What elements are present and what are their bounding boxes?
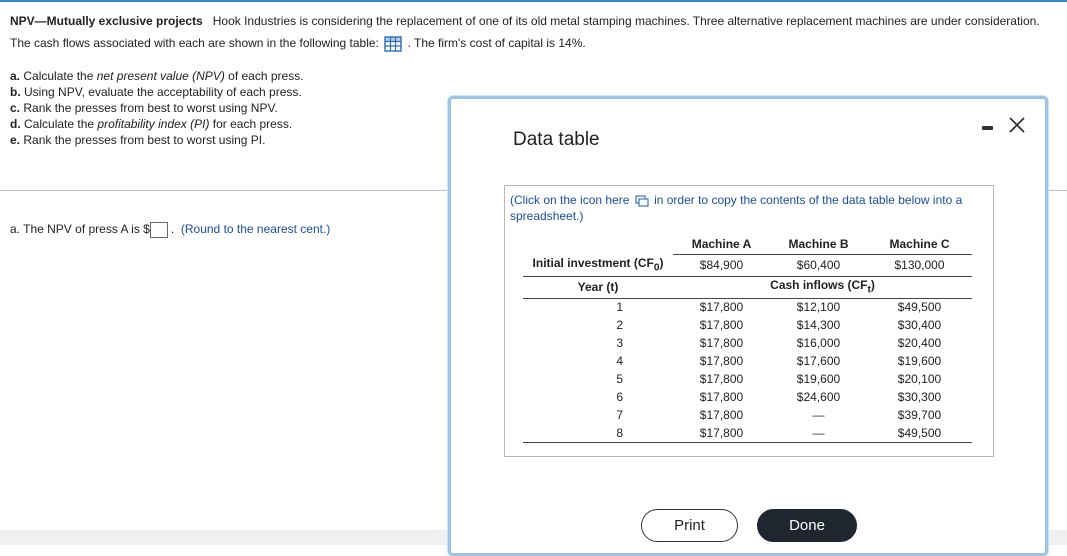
- question-parts: a. Calculate the net present value (NPV)…: [10, 68, 304, 148]
- minimize-icon[interactable]: [982, 126, 993, 130]
- answer-label: a. The NPV of press A is $: [10, 222, 150, 237]
- copy-to-spreadsheet-icon[interactable]: [635, 195, 649, 207]
- header-machine-b: Machine B: [770, 234, 867, 255]
- part-e: e. Rank the presses from best to worst u…: [10, 133, 266, 147]
- part-d: d. Calculate the profitability index (PI…: [10, 117, 293, 131]
- initial-b: $60,400: [770, 254, 867, 277]
- table-row: 8 $17,800 — $49,500: [523, 424, 972, 443]
- data-table-dialog: Data table (Click on the icon here in or…: [448, 96, 1048, 556]
- initial-c: $130,000: [867, 254, 972, 277]
- cash-inflows-label: Cash inflows (CFt): [673, 276, 972, 299]
- cash-flow-table: Machine A Machine B Machine C Initial in…: [523, 234, 972, 443]
- table-row: 5 $17,800 $19,600 $20,100: [616, 372, 942, 386]
- table-row: 2 $17,800 $14,300 $30,400: [616, 318, 942, 332]
- problem-title: NPV—Mutually exclusive projects: [10, 14, 203, 28]
- copy-instruction: (Click on the icon here in order to copy…: [510, 193, 963, 223]
- data-table-frame: (Click on the icon here in order to copy…: [504, 185, 994, 457]
- rounding-note: (Round to the nearest cent.): [180, 222, 331, 237]
- dialog-title: Data table: [513, 129, 600, 150]
- close-icon[interactable]: [1007, 115, 1027, 135]
- table-row: 6 $17,800 $24,600 $30,300: [616, 390, 942, 404]
- initial-a: $84,900: [673, 254, 770, 277]
- problem-statement: NPV—Mutually exclusive projects Hook Ind…: [10, 10, 1060, 54]
- top-accent-line: [0, 0, 1067, 2]
- table-row: 4 $17,800 $17,600 $19,600: [616, 354, 942, 368]
- print-button[interactable]: Print: [641, 509, 738, 542]
- part-b: b. Using NPV, evaluate the acceptability…: [10, 85, 302, 99]
- cost-of-capital-text: . The firm's cost of capital is 14%.: [407, 36, 586, 50]
- done-button[interactable]: Done: [757, 509, 857, 542]
- part-a: a. Calculate the net present value (NPV)…: [10, 69, 304, 83]
- header-machine-c: Machine C: [867, 234, 972, 255]
- table-row: 1 $17,800 $12,100 $49,500: [616, 300, 942, 315]
- year-header-row: Year (t) Cash inflows (CFt): [523, 276, 972, 299]
- data-table-icon[interactable]: [384, 36, 402, 52]
- table-row: 7 $17,800 — $39,700: [616, 408, 942, 422]
- table-row: 3 $17,800 $16,000 $20,400: [616, 336, 942, 350]
- initial-investment-label: Initial investment (CF0): [523, 254, 673, 277]
- npv-answer-input[interactable]: [149, 222, 168, 238]
- part-c: c. Rank the presses from best to worst u…: [10, 101, 278, 115]
- initial-investment-row: Initial investment (CF0) $84,900 $60,400…: [523, 254, 972, 277]
- table-header-row: Machine A Machine B Machine C: [523, 234, 972, 255]
- header-machine-a: Machine A: [673, 234, 770, 255]
- year-label: Year (t): [523, 276, 673, 299]
- answer-row: a. The NPV of press A is $. (Round to th…: [10, 222, 331, 238]
